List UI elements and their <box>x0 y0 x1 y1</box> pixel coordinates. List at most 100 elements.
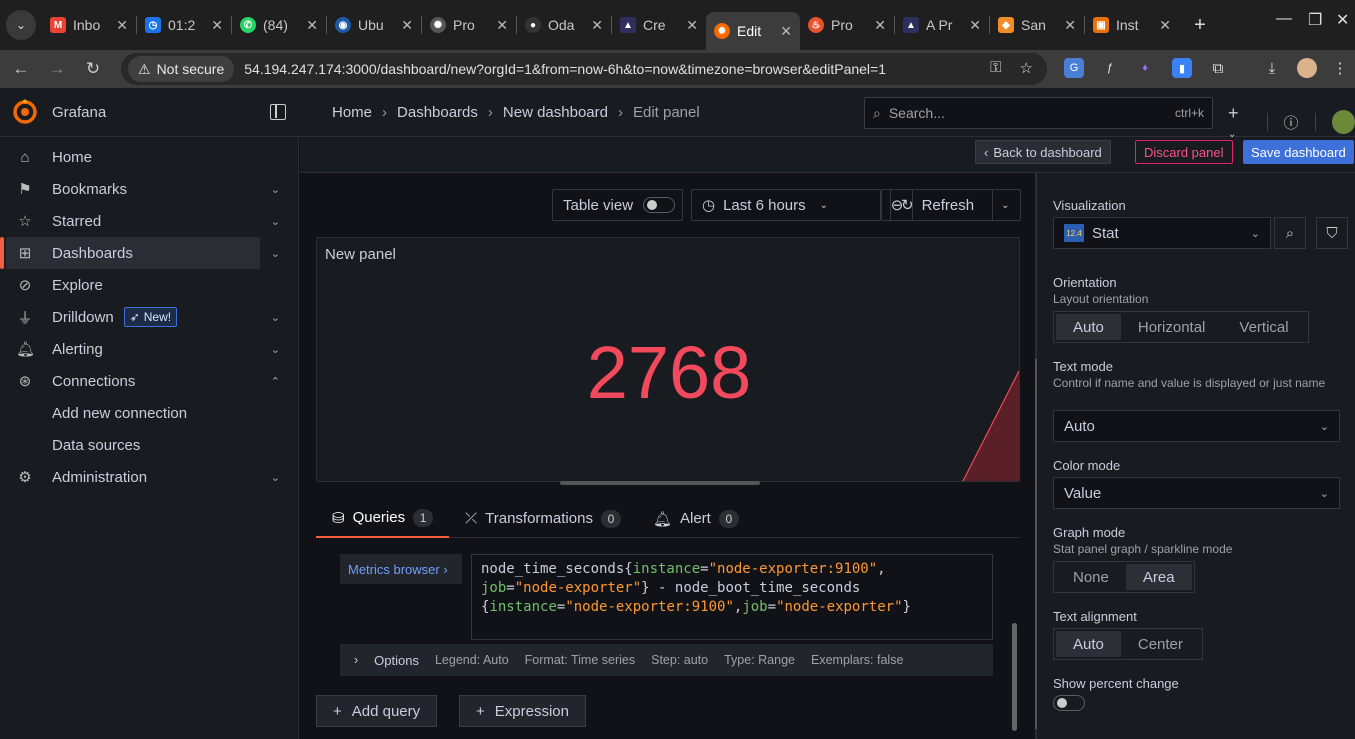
puzzle-extensions-icon[interactable]: ⧉ <box>1208 58 1228 78</box>
graph-mode-area[interactable]: Area <box>1125 564 1192 590</box>
tab-alert[interactable]: 🔔︎ Alert 0 <box>637 500 755 538</box>
refresh-button[interactable]: ↻ Refresh ⌄ <box>890 189 1021 221</box>
tab-list-chevron-icon[interactable]: ⌄ <box>6 10 36 40</box>
close-icon[interactable]: ✕ <box>1159 17 1171 34</box>
stat-panel[interactable]: New panel 2768 <box>316 237 1020 482</box>
reload-icon[interactable]: ↻ <box>78 59 108 79</box>
visualization-picker[interactable]: 12.4 Stat ⌄ <box>1053 217 1271 249</box>
breadcrumb-home[interactable]: Home <box>332 104 372 121</box>
orientation-horizontal[interactable]: Horizontal <box>1121 314 1223 340</box>
chevron-down-icon[interactable]: ⌄ <box>271 471 280 484</box>
search-input[interactable]: ⌕ Search... ctrl+k <box>864 97 1213 129</box>
browser-tab[interactable]: ▲ A Pr ✕ <box>895 8 989 42</box>
add-menu-button[interactable]: + ⌄ <box>1228 103 1251 141</box>
avatar[interactable] <box>1331 110 1355 134</box>
sidebar-item-alerting[interactable]: 🔔︎ Alerting ⌄ <box>6 333 280 365</box>
tab-transformations[interactable]: ⤫ Transformations 0 <box>449 500 637 538</box>
close-icon[interactable]: ✕ <box>306 17 318 34</box>
sidebar-item-dashboards[interactable]: ⊞ Dashboards ⌄ <box>0 237 280 269</box>
flame-extension-icon[interactable]: ♦ <box>1135 58 1155 78</box>
browser-tab[interactable]: ▣ Inst ✕ <box>1085 8 1179 42</box>
time-range-picker[interactable]: ◷ Last 6 hours ⌄ <box>691 189 881 221</box>
minimize-icon[interactable]: — <box>1276 10 1292 28</box>
close-icon[interactable]: ✕ <box>1064 17 1076 34</box>
close-icon[interactable]: ✕ <box>780 23 792 40</box>
new-tab-plus-icon[interactable]: + <box>1185 14 1215 37</box>
chevron-down-icon[interactable]: ⌄ <box>271 183 280 196</box>
browser-tab[interactable]: ● Oda ✕ <box>517 8 611 42</box>
sidebar-item-drilldown[interactable]: ⏚ Drilldown ➶ New! ⌄ <box>6 301 280 333</box>
docs-extension-icon[interactable]: ▮ <box>1172 58 1192 78</box>
sidebar-item-home[interactable]: ⌂ Home <box>6 141 260 173</box>
back-arrow-icon[interactable]: ← <box>6 59 36 79</box>
sidebar-item-administration[interactable]: ⚙ Administration ⌄ <box>6 461 280 493</box>
orientation-vertical[interactable]: Vertical <box>1222 314 1305 340</box>
download-icon[interactable]: ⤓ <box>1262 58 1282 78</box>
translate-extension-icon[interactable]: G <box>1064 58 1084 78</box>
expression-button[interactable]: + Expression <box>459 695 586 727</box>
browser-tab[interactable]: ✆ (84) ✕ <box>232 8 326 42</box>
chevron-up-icon[interactable]: ⌃ <box>271 375 280 388</box>
chevron-down-icon[interactable]: ⌄ <box>271 311 280 324</box>
query-editor[interactable]: node_time_seconds{instance="node-exporte… <box>471 554 993 640</box>
text-mode-select[interactable]: Auto ⌄ <box>1053 410 1340 442</box>
discard-panel-button[interactable]: Discard panel <box>1135 140 1233 164</box>
add-query-button[interactable]: + Add query <box>316 695 438 727</box>
sidebar-item-data-sources[interactable]: Data sources <box>6 429 260 461</box>
dock-menu-icon[interactable] <box>270 104 286 120</box>
search-icon[interactable]: ⌕ <box>1274 217 1306 249</box>
help-icon[interactable]: ⓘ <box>1284 112 1299 133</box>
omnibox[interactable]: ⚠ Not secure 54.194.247.174:3000/dashboar… <box>121 53 1047 85</box>
close-icon[interactable]: ✕ <box>401 17 413 34</box>
color-mode-select[interactable]: Value ⌄ <box>1053 477 1340 509</box>
browser-tab[interactable]: ◉ Ubu ✕ <box>327 8 421 42</box>
sidebar-item-connections[interactable]: ⊛ Connections ⌃ <box>6 365 280 397</box>
orientation-auto[interactable]: Auto <box>1056 314 1121 340</box>
browser-tab[interactable]: ▲ Cre ✕ <box>612 8 706 42</box>
forward-arrow-icon[interactable]: → <box>42 59 72 79</box>
browser-tab[interactable]: ✺ Pro ✕ <box>422 8 516 42</box>
text-alignment-center[interactable]: Center <box>1121 631 1200 657</box>
text-alignment-auto[interactable]: Auto <box>1056 631 1121 657</box>
sidebar-item-bookmarks[interactable]: ⚑ Bookmarks ⌄ <box>6 173 280 205</box>
maximize-icon[interactable]: ❐ <box>1308 10 1322 30</box>
query-options-row[interactable]: › Options Legend: Auto Format: Time seri… <box>340 644 993 676</box>
close-icon[interactable]: ✕ <box>591 17 603 34</box>
close-icon[interactable]: ✕ <box>686 17 698 34</box>
horizontal-splitter[interactable] <box>560 481 760 485</box>
chevron-down-icon[interactable]: ⌄ <box>271 343 280 356</box>
url-text[interactable]: 54.194.247.174:3000/dashboard/new?orgId=… <box>244 61 886 77</box>
breadcrumb-dashboards[interactable]: Dashboards <box>397 104 478 121</box>
bookmark-star-icon[interactable]: ☆ <box>1020 59 1033 77</box>
security-indicator[interactable]: ⚠ Not secure <box>128 56 235 82</box>
back-to-dashboard-button[interactable]: ‹ Back to dashboard <box>975 140 1111 164</box>
save-dashboard-button[interactable]: Save dashboard <box>1243 140 1354 164</box>
chevron-down-icon[interactable]: ⌄ <box>1001 200 1009 211</box>
graph-mode-none[interactable]: None <box>1056 564 1126 590</box>
formula-extension-icon[interactable]: ƒ <box>1100 58 1120 78</box>
browser-menu-icon[interactable]: ⋮ <box>1330 58 1350 78</box>
sidebar-item-add-new-connection[interactable]: Add new connection <box>6 397 260 429</box>
key-icon[interactable]: ⚿ <box>990 59 1001 77</box>
browser-tab[interactable]: ♨ Pro ✕ <box>800 8 894 42</box>
chevron-down-icon[interactable]: ⌄ <box>271 215 280 228</box>
filter-icon[interactable]: ⛉ <box>1316 217 1348 249</box>
close-icon[interactable]: ✕ <box>211 17 223 34</box>
close-icon[interactable]: ✕ <box>874 17 886 34</box>
close-icon[interactable]: ✕ <box>496 17 508 34</box>
sidebar-item-explore[interactable]: ⊘ Explore <box>6 269 260 301</box>
sidebar-item-starred[interactable]: ☆ Starred ⌄ <box>6 205 280 237</box>
window-close-icon[interactable]: ✕ <box>1336 10 1349 30</box>
query-scrollbar[interactable] <box>1012 623 1017 731</box>
toggle-switch[interactable] <box>643 197 676 213</box>
browser-tab[interactable]: M Inbo ✕ <box>42 8 136 42</box>
close-icon[interactable]: ✕ <box>969 17 981 34</box>
show-percent-change-toggle[interactable] <box>1053 695 1085 711</box>
chevron-down-icon[interactable]: ⌄ <box>271 247 280 260</box>
table-view-toggle[interactable]: Table view <box>552 189 683 221</box>
metrics-browser-button[interactable]: Metrics browser › <box>340 554 462 584</box>
breadcrumb-new-dashboard[interactable]: New dashboard <box>503 104 608 121</box>
tab-queries[interactable]: ⛁ Queries 1 <box>316 500 450 538</box>
browser-tab[interactable]: ◷ 01:2 ✕ <box>137 8 231 42</box>
grafana-logo-icon[interactable] <box>12 99 38 125</box>
